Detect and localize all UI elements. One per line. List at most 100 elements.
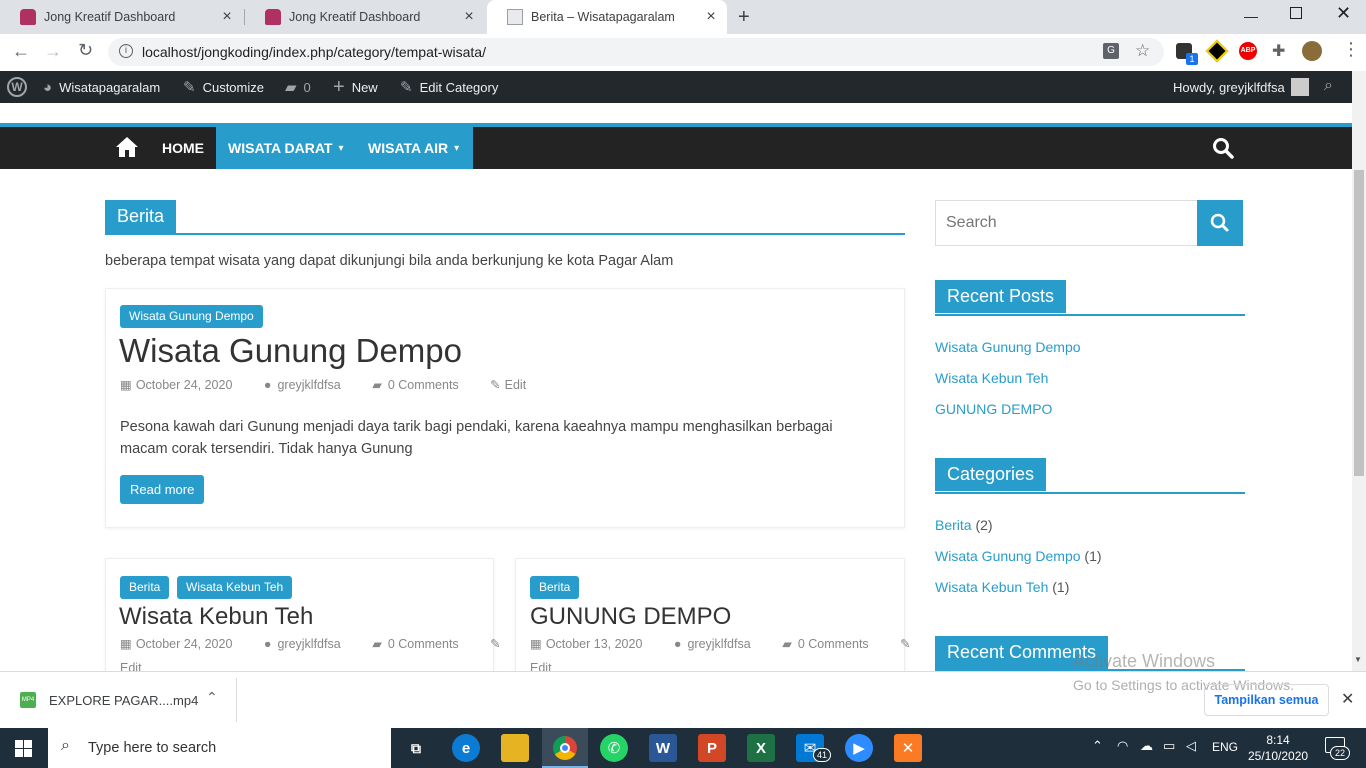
post-title[interactable]: Wisata Gunung Dempo [119, 332, 462, 370]
category-link[interactable]: Wisata Kebun Teh [935, 579, 1048, 595]
close-shelf-icon[interactable]: ✕ [1341, 689, 1354, 709]
taskbar-search-box[interactable]: ⌕ Type here to search [48, 728, 391, 768]
forward-icon[interactable]: → [44, 41, 62, 62]
recent-post-link[interactable]: Wisata Kebun Teh [935, 370, 1048, 386]
nav-wisata-darat[interactable]: WISATA DARAT ▾ [216, 127, 357, 169]
tab-2[interactable]: Jong Kreatif Dashboard × [245, 0, 485, 34]
recent-post-link[interactable]: Wisata Gunung Dempo [935, 339, 1081, 355]
tab-1[interactable]: Jong Kreatif Dashboard × [0, 0, 243, 34]
comments-count: 0 [303, 79, 311, 95]
user-avatar [1290, 78, 1309, 96]
adminbar-search-icon[interactable]: ⌕ [1324, 77, 1333, 95]
post-meta: ▦ October 24, 2020 ● greyjklfdfsa ▰ 0 Comme… [120, 636, 515, 651]
adminbar-site-link[interactable]: ◕ Wisatapagaralam [43, 71, 160, 103]
address-bar[interactable]: i localhost/jongkoding/index.php/categor… [108, 38, 1164, 66]
zoom-icon[interactable]: ▶ [845, 734, 873, 762]
volume-muted-icon[interactable]: ◁ [1186, 738, 1196, 754]
scrollbar-thumb[interactable] [1354, 170, 1364, 476]
category-item: Wisata Gunung Dempo (1) [935, 548, 1102, 564]
chrome-taskbar-button[interactable] [542, 728, 588, 768]
post-category-badge[interactable]: Berita [530, 576, 580, 599]
adminbar-edit-category[interactable]: ✎ Edit Category [400, 71, 498, 103]
home-icon[interactable] [115, 136, 139, 158]
post-comments[interactable]: ▰ 0 Comments [372, 637, 472, 651]
post-category-badge[interactable]: Berita [120, 576, 170, 599]
sidebar-search-button[interactable] [1197, 200, 1243, 246]
battery-icon[interactable]: ▭ [1163, 738, 1175, 754]
post-author[interactable]: ● greyjklfdfsa [264, 637, 355, 651]
wp-admin-bar: W ◕ Wisatapagaralam ✎ Customize ▰ 0 + Ne… [0, 71, 1352, 103]
clock[interactable]: 8:14 25/10/2020 [1248, 732, 1308, 764]
whatsapp-icon[interactable]: ✆ [600, 734, 628, 762]
recent-post-link[interactable]: GUNUNG DEMPO [935, 401, 1052, 417]
adminbar-account[interactable]: Howdy, greyjklfdfsa [1173, 71, 1309, 103]
post-category-badge[interactable]: Wisata Kebun Teh [177, 576, 293, 599]
edge-icon[interactable]: e [452, 734, 480, 762]
tray-chevron-up-icon[interactable]: ⌃ [1092, 738, 1103, 754]
read-more-button[interactable]: Read more [120, 475, 205, 504]
minimize-icon[interactable]: — [1244, 8, 1258, 24]
windows-start-icon[interactable] [15, 740, 32, 757]
close-tab-icon[interactable]: × [461, 9, 477, 25]
xampp-icon[interactable]: ✕ [894, 734, 922, 762]
post-date[interactable]: ▦ October 24, 2020 [120, 378, 246, 392]
post-author[interactable]: ● greyjklfdfsa [264, 378, 355, 392]
language-indicator[interactable]: ENG [1212, 740, 1238, 754]
nav-home[interactable]: HOME [162, 127, 204, 169]
network-icon[interactable]: ◠ [1117, 738, 1128, 754]
extensions-puzzle-icon[interactable]: ✚ [1272, 41, 1285, 61]
nav-wisata-air[interactable]: WISATA AIR ▾ [356, 127, 473, 169]
onedrive-icon[interactable]: ☁ [1140, 738, 1153, 754]
extension-cube-icon[interactable] [1205, 39, 1229, 63]
restore-icon[interactable] [1290, 7, 1302, 19]
brush-icon: ✎ [183, 79, 196, 96]
post-category-badge[interactable]: Wisata Gunung Dempo [120, 305, 263, 328]
adminbar-customize[interactable]: ✎ Customize [183, 71, 264, 103]
powerpoint-icon[interactable]: P [698, 734, 726, 762]
page-favicon-icon [507, 9, 523, 25]
post-author[interactable]: ● greyjklfdfsa [674, 637, 765, 651]
task-view-icon[interactable]: ⧉ [402, 734, 430, 762]
nav-search-icon[interactable] [1212, 137, 1234, 159]
translate-icon[interactable]: G [1103, 43, 1119, 59]
adminbar-comments[interactable]: ▰ 0 [285, 71, 311, 103]
adminbar-site-name: Wisatapagaralam [59, 79, 161, 95]
post-title[interactable]: Wisata Kebun Teh [119, 603, 313, 631]
close-tab-icon[interactable]: × [703, 9, 719, 25]
new-tab-icon[interactable]: + [738, 6, 758, 28]
adminbar-new[interactable]: + New [333, 71, 378, 103]
category-link[interactable]: Wisata Gunung Dempo [935, 548, 1081, 564]
nav-wisata-darat-label: WISATA DARAT [228, 140, 333, 156]
adblock-plus-icon[interactable]: ABP [1239, 42, 1257, 60]
close-window-icon[interactable]: ✕ [1336, 3, 1351, 24]
post-title[interactable]: GUNUNG DEMPO [530, 603, 731, 631]
profile-avatar[interactable] [1302, 41, 1322, 61]
download-filename[interactable]: EXPLORE PAGAR....mp4 [49, 693, 198, 708]
word-icon[interactable]: W [649, 734, 677, 762]
close-tab-icon[interactable]: × [219, 9, 235, 25]
file-explorer-icon[interactable] [501, 734, 529, 762]
categories-heading: Categories [935, 458, 1245, 494]
wordpress-logo-icon[interactable]: W [7, 77, 27, 97]
post-comments[interactable]: ▰ 0 Comments [782, 637, 882, 651]
nav-home-label: HOME [162, 140, 204, 156]
bookmark-star-icon[interactable]: ☆ [1135, 41, 1150, 61]
sidebar-search-input[interactable] [935, 200, 1198, 246]
reload-icon[interactable]: ↻ [78, 40, 93, 61]
post-edit[interactable]: ✎ Edit [490, 378, 540, 392]
show-all-downloads-button[interactable]: Tampilkan semua [1204, 684, 1329, 716]
chevron-up-icon[interactable]: ⌃ [206, 689, 218, 706]
back-icon[interactable]: ← [12, 41, 30, 62]
post-date[interactable]: ▦ October 24, 2020 [120, 637, 246, 651]
category-link[interactable]: Berita [935, 517, 972, 533]
post-meta: ▦ October 24, 2020 ● greyjklfdfsa ▰ 0 Comme… [120, 377, 554, 392]
chrome-menu-icon[interactable]: ⋮ [1342, 39, 1360, 60]
excel-icon[interactable]: X [747, 734, 775, 762]
dashboard-gauge-icon: ◕ [43, 78, 53, 96]
post-comments-text: 0 Comments [387, 378, 459, 392]
tab-3[interactable]: Berita – Wisatapagaralam × [487, 0, 727, 34]
site-info-icon[interactable]: i [119, 44, 133, 58]
post-comments[interactable]: ▰ 0 Comments [372, 378, 472, 392]
scroll-down-icon[interactable]: ▼ [1354, 655, 1362, 664]
post-date[interactable]: ▦ October 13, 2020 [530, 637, 656, 651]
